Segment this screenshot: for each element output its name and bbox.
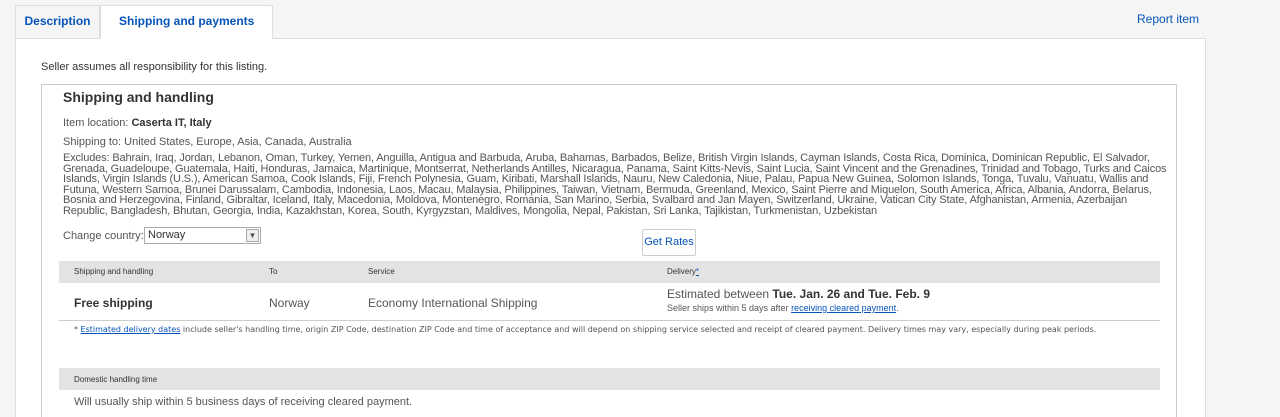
domestic-handling-text: Will usually ship within 5 business days… bbox=[74, 396, 413, 408]
item-location: Item location: Caserta IT, Italy bbox=[63, 117, 212, 129]
header-to: To bbox=[269, 267, 278, 276]
cleared-payment-link[interactable]: receiving cleared payment bbox=[791, 303, 896, 313]
delivery-label: Delivery bbox=[667, 267, 696, 276]
table-row: Free shipping Norway Economy Internation… bbox=[59, 283, 1160, 321]
est-prefix: Estimated between bbox=[667, 287, 773, 301]
shipping-and-handling-box: Shipping and handling Item location: Cas… bbox=[41, 84, 1177, 417]
ships-suffix: . bbox=[896, 303, 899, 313]
shipping-service: Economy International Shipping bbox=[368, 296, 538, 310]
shipping-cost: Free shipping bbox=[74, 296, 153, 310]
header-shipping: Shipping and handling bbox=[74, 267, 154, 276]
country-select[interactable]: Norway ▼ bbox=[144, 227, 261, 244]
est-dates: Tue. Jan. 26 and Tue. Feb. 9 bbox=[772, 287, 930, 301]
note-text: include seller's handling time, origin Z… bbox=[180, 325, 1097, 334]
estimated-delivery: Estimated between Tue. Jan. 26 and Tue. … bbox=[667, 287, 930, 301]
shipping-to: Shipping to: United States, Europe, Asia… bbox=[63, 136, 352, 148]
destination: Norway bbox=[269, 296, 310, 310]
delivery-footnote-link[interactable]: * bbox=[696, 267, 699, 276]
change-country-label: Change country: bbox=[63, 230, 144, 242]
seller-responsibility-text: Seller assumes all responsibility for th… bbox=[41, 61, 268, 73]
location-value: Caserta IT, Italy bbox=[131, 117, 212, 129]
ships-prefix: Seller ships within 5 days after bbox=[667, 303, 792, 313]
chevron-down-icon: ▼ bbox=[246, 229, 259, 242]
report-item-link[interactable]: Report item bbox=[1137, 12, 1199, 26]
location-label: Item location: bbox=[63, 117, 132, 129]
excluded-countries: Excludes: Bahrain, Iraq, Jordan, Lebanon… bbox=[63, 152, 1167, 217]
header-delivery: Delivery* bbox=[667, 267, 699, 276]
shipping-table: Shipping and handling To Service Deliver… bbox=[59, 261, 1160, 408]
header-service: Service bbox=[368, 267, 395, 276]
shipping-panel: Seller assumes all responsibility for th… bbox=[15, 38, 1206, 417]
country-select-value: Norway bbox=[148, 229, 186, 241]
delivery-note: * Estimated delivery dates include selle… bbox=[74, 324, 1154, 336]
tab-description[interactable]: Description bbox=[15, 5, 100, 39]
domestic-header-label: Domestic handling time bbox=[74, 375, 158, 384]
estimated-dates-link[interactable]: Estimated delivery dates bbox=[81, 325, 181, 334]
domestic-handling-header: Domestic handling time bbox=[59, 368, 1160, 390]
table-header: Shipping and handling To Service Deliver… bbox=[59, 261, 1160, 283]
tab-shipping-and-payments[interactable]: Shipping and payments bbox=[100, 5, 274, 39]
get-rates-button[interactable]: Get Rates bbox=[642, 229, 696, 256]
section-title: Shipping and handling bbox=[63, 89, 214, 105]
ships-within: Seller ships within 5 days after receivi… bbox=[667, 303, 899, 313]
